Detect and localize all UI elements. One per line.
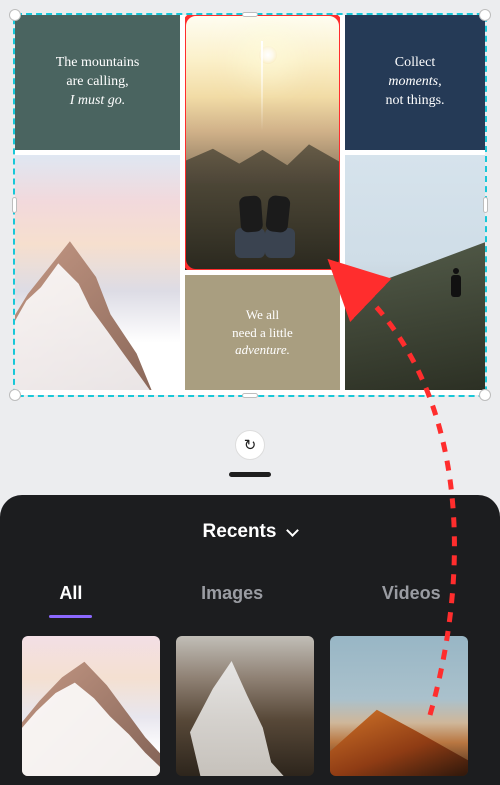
rotate-icon: ↻ bbox=[244, 436, 257, 454]
collage-cell-quote-1[interactable]: The mountains are calling, I must go. bbox=[15, 15, 180, 150]
canvas-selection[interactable]: The mountains are calling, I must go. Co… bbox=[15, 15, 485, 395]
tab-videos[interactable]: Videos bbox=[372, 583, 451, 614]
quote-2-line: not things. bbox=[385, 92, 444, 111]
collage-image-hiker-hill bbox=[345, 155, 485, 390]
quote-1-line: are calling, bbox=[66, 73, 128, 92]
media-thumbnail[interactable] bbox=[330, 636, 468, 776]
collage-cell-quote-3[interactable]: We all need a little adventure. bbox=[185, 275, 340, 390]
tab-images[interactable]: Images bbox=[191, 583, 273, 614]
chevron-down-icon bbox=[287, 524, 300, 537]
resize-handle-bottom-right[interactable] bbox=[479, 389, 491, 401]
collage-image-sunset-feet bbox=[185, 15, 340, 270]
quote-1-line: The mountains bbox=[56, 54, 140, 73]
quote-1-line: I must go. bbox=[70, 92, 126, 111]
quote-3-line: We all bbox=[246, 306, 279, 324]
media-tabs: All Images Videos bbox=[0, 583, 500, 614]
collage-image-pink-mountain bbox=[15, 155, 180, 390]
collage-cell-image-highlighted[interactable] bbox=[185, 15, 340, 270]
recents-label: Recents bbox=[203, 521, 277, 543]
collage-cell-image-hiker[interactable] bbox=[345, 155, 485, 390]
quote-3-line: adventure. bbox=[235, 341, 290, 359]
tab-all[interactable]: All bbox=[49, 583, 92, 614]
collage-grid: The mountains are calling, I must go. Co… bbox=[15, 15, 485, 395]
recents-dropdown[interactable]: Recents bbox=[0, 521, 500, 543]
resize-handle-top-right[interactable] bbox=[479, 9, 491, 21]
media-thumbnail-row bbox=[0, 614, 500, 776]
quote-2-line: moments, bbox=[388, 73, 441, 92]
resize-handle-left[interactable] bbox=[12, 197, 17, 213]
collage-cell-quote-2[interactable]: Collect moments, not things. bbox=[345, 15, 485, 150]
quote-3-line: need a little bbox=[232, 324, 293, 342]
resize-handle-top[interactable] bbox=[242, 12, 258, 17]
media-panel: Recents All Images Videos bbox=[0, 495, 500, 785]
resize-handle-top-left[interactable] bbox=[9, 9, 21, 21]
media-thumbnail[interactable] bbox=[22, 636, 160, 776]
resize-handle-right[interactable] bbox=[483, 197, 488, 213]
resize-handle-bottom-left[interactable] bbox=[9, 389, 21, 401]
panel-drag-handle[interactable] bbox=[229, 472, 271, 477]
collage-cell-image-mountain[interactable] bbox=[15, 155, 180, 390]
media-thumbnail[interactable] bbox=[176, 636, 314, 776]
quote-2-line: Collect bbox=[395, 54, 435, 73]
resize-handle-bottom[interactable] bbox=[242, 393, 258, 398]
rotate-button[interactable]: ↻ bbox=[235, 430, 265, 460]
